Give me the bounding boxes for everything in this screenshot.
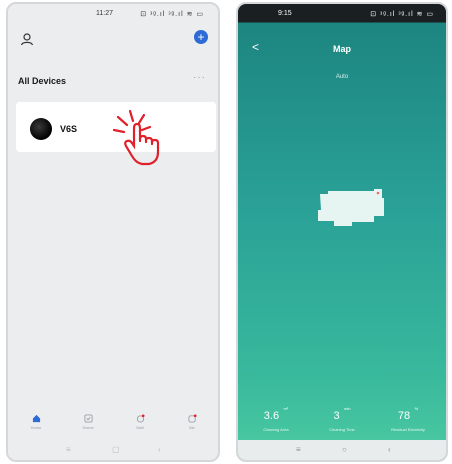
stat-unit: %	[414, 406, 419, 411]
tab-me[interactable]: Me	[172, 414, 212, 430]
stat-unit: m²	[283, 406, 289, 411]
stat-label: Cleaning Time	[329, 427, 355, 432]
map-screen: 9:15 ⊡ ᵌᵍ.ıl ᵌᵍ.ıl ≋ ▭ < Map Auto 3.6 m²…	[236, 2, 448, 462]
bottom-tab-bar: Home Scene Mall Me	[8, 408, 218, 438]
cleaning-stats: 3.6 m² Cleaning Area 3 min Cleaning Time…	[238, 406, 446, 436]
stat-cleaning-area: 3.6 m² Cleaning Area	[246, 406, 306, 432]
tab-label: Home	[30, 425, 42, 430]
tab-home[interactable]: Home	[16, 414, 56, 430]
status-icons: ⊡ ᵌᵍ.ıl ᵌᵍ.ıl ≋ ▭	[370, 11, 434, 18]
home-nav-button[interactable]: ○	[342, 445, 347, 454]
stat-label: Cleaning Area	[263, 427, 289, 432]
device-list-screen: 11:27 ⊡ ᵌᵍ.ıl ᵌᵍ.ıl ≋ ▭ + All Devices ··…	[6, 2, 220, 462]
mall-icon	[136, 414, 145, 423]
tab-scene[interactable]: Scene	[68, 414, 108, 430]
cleaning-mode: Auto	[335, 74, 349, 80]
stat-cleaning-time: 3 min Cleaning Time	[312, 406, 372, 432]
menu-nav-button[interactable]: ≡	[66, 445, 71, 454]
add-device-button[interactable]: +	[194, 30, 208, 44]
home-nav-button[interactable]: ▢	[112, 445, 120, 454]
cleaned-area-map	[318, 189, 384, 226]
stat-value: 3	[333, 410, 340, 422]
me-icon	[187, 414, 197, 423]
stat-value: 78	[397, 410, 411, 422]
menu-nav-button[interactable]: ≡	[296, 445, 301, 454]
tab-label: Mall	[136, 425, 144, 430]
tab-mall[interactable]: Mall	[120, 414, 160, 430]
stat-residual-electricity: 78 % Residual Electricity	[378, 406, 438, 432]
stat-unit: min	[344, 406, 351, 411]
status-icons: ⊡ ᵌᵍ.ıl ᵌᵍ.ıl ≋ ▭	[140, 11, 204, 18]
stat-value: 3.6	[263, 410, 280, 422]
tab-label: Scene	[82, 425, 94, 430]
status-bar: 9:15 ⊡ ᵌᵍ.ıl ᵌᵍ.ıl ≋ ▭	[238, 4, 446, 22]
system-nav-bar: ≡ ○ ‹	[238, 440, 446, 460]
scene-icon	[83, 414, 93, 423]
tap-gesture-icon	[112, 109, 160, 166]
more-options-button[interactable]: ···	[193, 72, 206, 83]
status-time: 9:15	[278, 10, 292, 17]
user-icon[interactable]	[20, 32, 34, 46]
home-icon	[32, 414, 40, 423]
section-title: All Devices	[18, 76, 67, 86]
page-title: Map	[333, 44, 351, 54]
back-nav-button[interactable]: ‹	[388, 445, 391, 454]
stat-label: Residual Electricity	[391, 427, 425, 432]
robot-vacuum-icon	[30, 118, 52, 140]
status-time: 11:27	[96, 10, 113, 17]
system-nav-bar: ≡ ▢ ‹	[8, 442, 218, 460]
device-name: V6S	[60, 124, 78, 134]
back-nav-button[interactable]: ‹	[158, 445, 161, 454]
status-bar: 11:27 ⊡ ᵌᵍ.ıl ᵌᵍ.ıl ≋ ▭	[8, 4, 218, 22]
tab-label: Me	[189, 425, 195, 430]
